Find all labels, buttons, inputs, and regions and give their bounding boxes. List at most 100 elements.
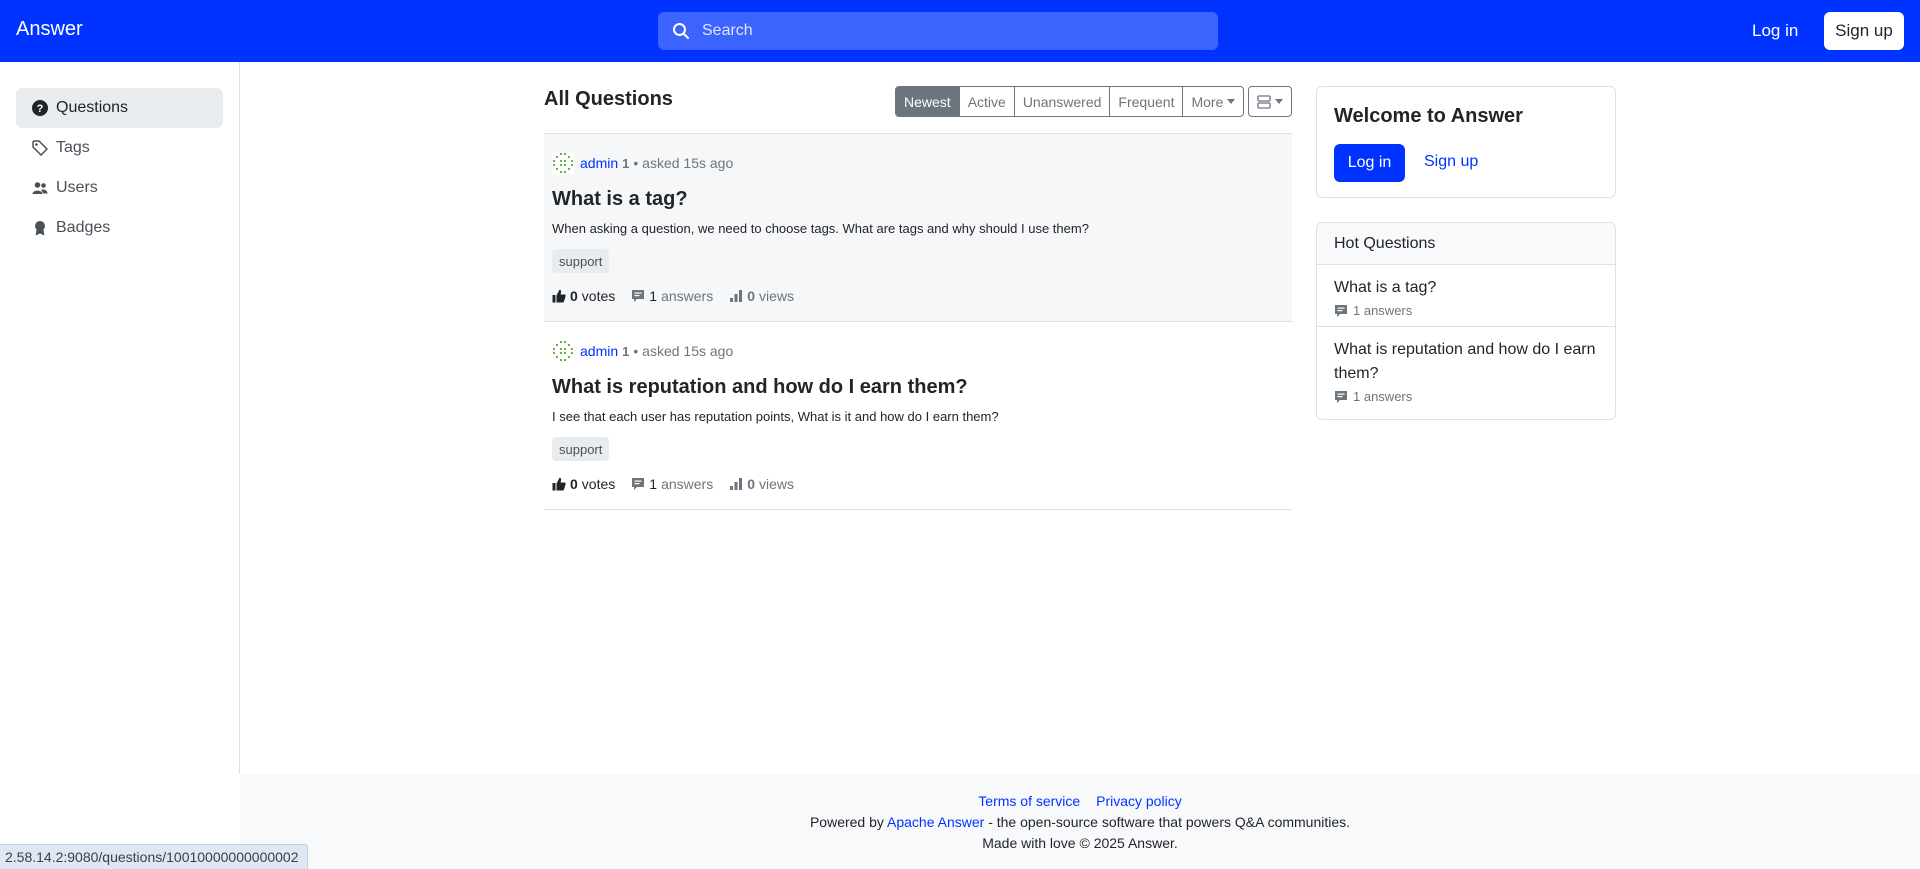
question-meta: admin 1 • asked 15s ago (552, 340, 733, 362)
question-meta: admin 1 • asked 15s ago (552, 152, 733, 174)
views-stat: 0 views (729, 288, 794, 304)
tab-active[interactable]: Active (960, 87, 1015, 116)
sidebar: ? Questions Tags Users Badges (0, 62, 240, 774)
tag-badge[interactable]: support (552, 249, 610, 273)
question-title[interactable]: What is a tag? (552, 188, 688, 211)
svg-text:?: ? (37, 103, 44, 115)
search-icon (670, 20, 692, 42)
hot-question-title[interactable]: What is a tag? (1334, 276, 1598, 300)
answers-label: answers (661, 288, 714, 304)
terms-link[interactable]: Terms of service (978, 793, 1080, 809)
author-link[interactable]: admin (580, 155, 618, 171)
brand-logo[interactable]: Answer (16, 18, 83, 41)
welcome-login-button[interactable]: Log in (1334, 144, 1405, 182)
welcome-signup-link[interactable]: Sign up (1424, 153, 1478, 171)
welcome-card: Welcome to Answer Log in Sign up (1316, 86, 1616, 198)
chat-icon (632, 478, 645, 490)
author-reputation: 1 (622, 343, 630, 359)
footer-links: Terms of service Privacy policy (240, 793, 1920, 809)
answers-count: 1 (649, 288, 658, 304)
users-icon (32, 180, 48, 196)
question-excerpt: When asking a question, we need to choos… (552, 221, 1089, 236)
tag-badge[interactable]: support (552, 437, 610, 461)
tab-more-label: More (1191, 93, 1224, 110)
question-circle-icon: ? (32, 100, 48, 116)
answers-stat: 1 answers (631, 288, 713, 304)
question-stats: 0 votes 1 answers 0 views (552, 288, 810, 304)
views-label: views (759, 476, 795, 492)
views-count: 0 (747, 288, 755, 304)
copyright: Made with love © 2025 Answer. (982, 835, 1178, 851)
tag-icon (32, 140, 48, 156)
asked-time: • asked 15s ago (633, 155, 734, 171)
footer: Terms of service Privacy policy Powered … (240, 774, 1920, 869)
hot-question-answers: 1 answers (1334, 389, 1598, 404)
question-excerpt: I see that each user has reputation poin… (552, 409, 999, 424)
search-placeholder: Search (702, 22, 753, 39)
hot-question-title[interactable]: What is reputation and how do I earn the… (1334, 338, 1598, 386)
sidebar-item-label: Questions (56, 99, 129, 116)
sort-tabs: Newest Active Unanswered Frequent More (895, 86, 1245, 117)
chat-icon (1335, 304, 1347, 317)
bar-chart-icon (730, 478, 743, 490)
hot-answers-count: 1 answers (1353, 389, 1413, 404)
author-link[interactable]: admin (580, 343, 618, 359)
votes-label: votes (581, 476, 616, 492)
question-item[interactable]: admin 1 • asked 15s ago What is reputati… (544, 322, 1292, 510)
sidebar-item-questions[interactable]: ? Questions (16, 88, 223, 128)
views-stat: 0 views (729, 476, 794, 492)
hot-questions-title: Hot Questions (1317, 223, 1615, 265)
sidebar-item-tags[interactable]: Tags (16, 128, 223, 168)
question-item[interactable]: admin 1 • asked 15s ago What is a tag? W… (544, 134, 1292, 322)
login-link[interactable]: Log in (1752, 21, 1798, 41)
hot-question-item[interactable]: What is a tag? 1 answers (1317, 265, 1615, 327)
author-reputation: 1 (622, 155, 630, 171)
browser-status-url: 2.58.14.2:9080/questions/100100000000000… (0, 844, 308, 869)
sidebar-item-badges[interactable]: Badges (16, 208, 223, 248)
votes-count: 0 (570, 288, 578, 304)
signup-button[interactable]: Sign up (1824, 12, 1904, 50)
bar-chart-icon (730, 290, 743, 302)
thumbs-up-icon (552, 289, 566, 303)
answers-label: answers (661, 476, 714, 492)
chevron-down-icon (1275, 99, 1283, 104)
avatar[interactable] (552, 152, 574, 174)
sidebar-item-label: Tags (56, 139, 90, 156)
votes-stat: 0 votes (552, 288, 615, 304)
list-view-icon (1257, 94, 1271, 109)
hot-answers-count: 1 answers (1353, 303, 1413, 318)
hot-questions-card: Hot Questions What is a tag? 1 answers W… (1316, 222, 1616, 420)
apache-answer-link[interactable]: Apache Answer (887, 814, 984, 830)
powered-suffix: - the open-source software that powers Q… (984, 814, 1351, 830)
tab-more[interactable]: More (1183, 87, 1243, 116)
tab-frequent[interactable]: Frequent (1110, 87, 1184, 116)
sidebar-item-label: Users (56, 179, 98, 196)
privacy-link[interactable]: Privacy policy (1096, 793, 1182, 809)
votes-count: 0 (570, 476, 578, 492)
answers-stat: 1 answers (631, 476, 713, 492)
chat-icon (1335, 390, 1347, 403)
question-list: admin 1 • asked 15s ago What is a tag? W… (544, 133, 1292, 510)
asked-time: • asked 15s ago (633, 343, 734, 359)
powered-prefix: Powered by (809, 814, 888, 830)
tab-newest[interactable]: Newest (896, 87, 960, 116)
page-title: All Questions (544, 88, 673, 110)
hot-question-answers: 1 answers (1334, 303, 1598, 318)
views-count: 0 (747, 476, 755, 492)
tab-unanswered[interactable]: Unanswered (1015, 87, 1111, 116)
question-title[interactable]: What is reputation and how do I earn the… (552, 376, 968, 399)
thumbs-up-icon (552, 477, 566, 491)
powered-by: Powered by Apache Answer - the open-sour… (240, 814, 1920, 830)
hot-question-item[interactable]: What is reputation and how do I earn the… (1317, 327, 1615, 412)
question-stats: 0 votes 1 answers 0 views (552, 476, 810, 492)
views-label: views (759, 288, 795, 304)
top-navbar: Answer Search Log in Sign up (0, 0, 1920, 62)
view-mode-dropdown[interactable] (1248, 86, 1292, 117)
search-input[interactable]: Search (658, 12, 1218, 50)
sidebar-item-users[interactable]: Users (16, 168, 223, 208)
welcome-title: Welcome to Answer (1334, 105, 1523, 127)
chevron-down-icon (1227, 99, 1236, 104)
avatar[interactable] (552, 340, 574, 362)
votes-label: votes (581, 288, 616, 304)
chat-icon (632, 290, 645, 302)
